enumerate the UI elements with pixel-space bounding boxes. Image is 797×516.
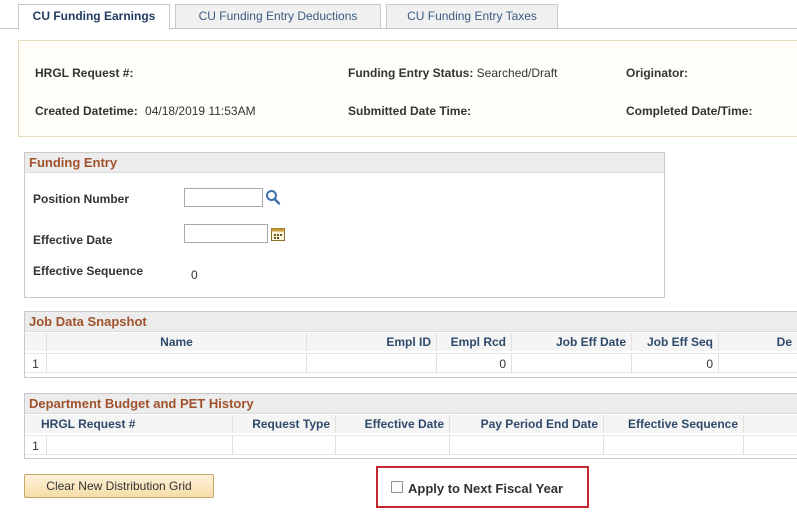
funding-status: Funding Entry Status: Searched/Draft [348,66,557,80]
job-data-col-empl-id[interactable]: Empl ID [307,333,437,351]
funding-status-value: Searched/Draft [476,66,558,80]
tab-cu-funding-entry-deductions[interactable]: CU Funding Entry Deductions [175,4,381,29]
apply-next-fiscal-year-checkbox[interactable] [391,481,403,493]
originator-label: Originator: [626,66,688,80]
effective-date-label: Effective Date [33,233,113,247]
job-data-row-name [47,353,307,373]
dept-budget-col-hrgl-request-label: HRGL Request # [41,417,136,431]
job-data-col-name[interactable]: Name [47,333,307,351]
created-datetime-value: 04/18/2019 11:53AM [145,104,256,118]
dept-budget-history-title: Department Budget and PET History [25,394,797,414]
job-data-rownum-header [25,333,47,351]
dept-budget-col-effective-sequence[interactable]: Effective Sequence [604,415,744,433]
dept-budget-row-pay-period-end-date [450,435,604,455]
completed-datetime-label: Completed Date/Time: [626,104,753,118]
tab-cu-funding-earnings[interactable]: CU Funding Earnings [18,4,170,30]
job-data-row-empl-id [307,353,437,373]
effective-sequence-value: 0 [191,268,198,282]
job-data-row-number: 1 [25,353,47,373]
job-data-row-job-eff-date [512,353,632,373]
job-data-row-dept [719,353,797,373]
dept-budget-row-extra [744,435,797,455]
job-data-col-empl-rcd[interactable]: Empl Rcd [437,333,512,351]
effective-sequence-label: Effective Sequence [33,264,144,278]
position-number-lookup-icon[interactable] [264,188,282,207]
dept-budget-col-effective-date[interactable]: Effective Date [336,415,450,433]
calendar-icon[interactable] [271,227,285,241]
submitted-datetime-label: Submitted Date Time: [348,104,472,118]
tab-cu-funding-entry-taxes[interactable]: CU Funding Entry Taxes [386,4,558,29]
apply-next-fiscal-year-label[interactable]: Apply to Next Fiscal Year [408,481,563,496]
funding-entry-title: Funding Entry [25,153,664,173]
job-data-snapshot-title: Job Data Snapshot [25,312,797,332]
created-datetime-label: Created Datetime: [35,104,138,118]
clear-new-distribution-grid-button[interactable]: Clear New Distribution Grid [24,474,214,498]
dept-budget-col-pay-period-end-date[interactable]: Pay Period End Date [450,415,604,433]
job-data-col-job-eff-seq[interactable]: Job Eff Seq [632,333,719,351]
dept-budget-col-extra [744,415,797,433]
dept-budget-row-effective-sequence [604,435,744,455]
created-datetime: Created Datetime: 04/18/2019 11:53AM [35,104,256,118]
job-data-col-dept[interactable]: De [719,333,797,351]
dept-budget-row-hrgl-request [47,435,233,455]
job-data-col-job-eff-date[interactable]: Job Eff Date [512,333,632,351]
effective-date-input[interactable] [184,224,268,243]
dept-budget-col-hrgl-request[interactable]: HRGL Request # [25,415,233,433]
funding-status-label: Funding Entry Status: [348,66,474,80]
position-number-input[interactable] [184,188,263,207]
dept-budget-row-number: 1 [25,435,47,455]
dept-budget-row-effective-date [336,435,450,455]
job-data-row-empl-rcd: 0 [437,353,512,373]
hrgl-request-label: HRGL Request #: [35,66,134,80]
position-number-label: Position Number [33,192,130,206]
job-data-row-job-eff-seq: 0 [632,353,719,373]
dept-budget-row-request-type [233,435,336,455]
request-header-panel [18,40,797,137]
dept-budget-col-request-type[interactable]: Request Type [233,415,336,433]
